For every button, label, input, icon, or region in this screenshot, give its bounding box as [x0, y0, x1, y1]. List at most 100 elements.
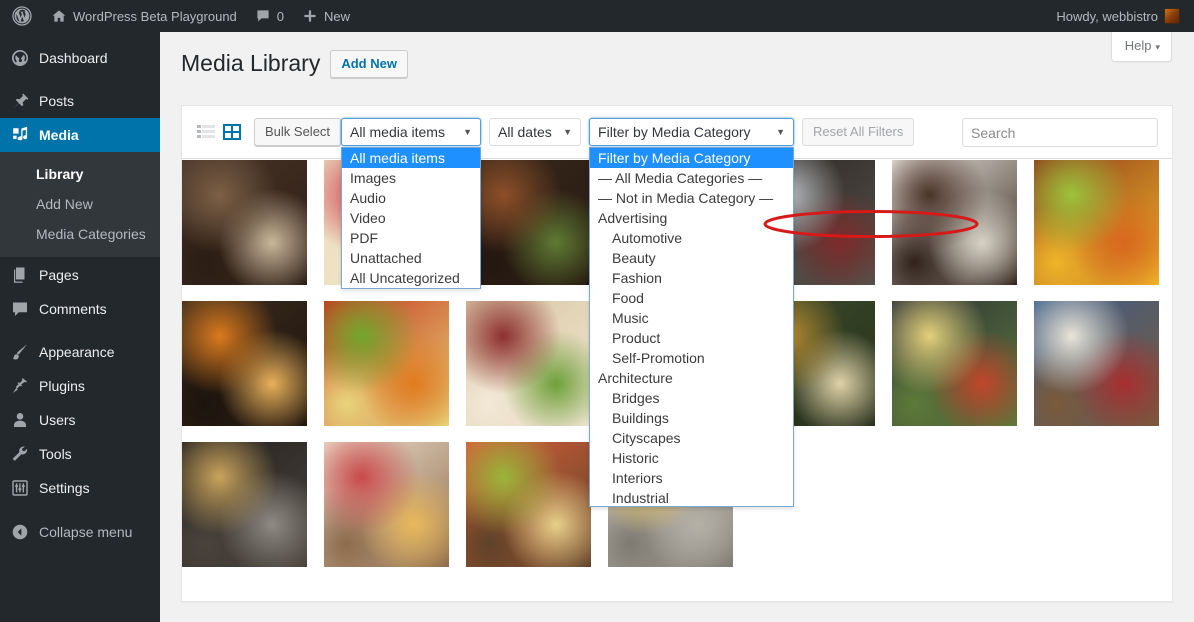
media-category-filter[interactable]: Filter by Media Category ▼ Filter by Med…	[589, 118, 795, 507]
media-type-option[interactable]: Video	[342, 208, 480, 228]
media-category-option[interactable]: Fashion	[590, 268, 793, 288]
media-type-option[interactable]: All Uncategorized	[342, 268, 480, 288]
sidebar-item-appearance[interactable]: Appearance	[0, 335, 160, 369]
search-input[interactable]	[962, 118, 1158, 147]
sidebar-item-label: Pages	[39, 267, 79, 283]
media-category-option[interactable]: Historic	[590, 448, 793, 468]
new-content-menu[interactable]: New	[293, 0, 359, 32]
sidebar-item-label: Posts	[39, 93, 75, 109]
media-category-option[interactable]: Bridges	[590, 388, 793, 408]
sidebar-item-media[interactable]: Media	[0, 118, 168, 152]
sidebar-item-add-new[interactable]: Add New	[0, 189, 160, 219]
media-category-option[interactable]: Self-Promotion	[590, 348, 793, 368]
attachment-image	[182, 301, 307, 426]
sidebar-item-label: Users	[39, 412, 76, 428]
media-type-option[interactable]: Unattached	[342, 248, 480, 268]
sidebar-item-label: Plugins	[39, 378, 85, 394]
add-new-button[interactable]: Add New	[330, 49, 408, 78]
sidebar-item-comments[interactable]: Comments	[0, 292, 160, 326]
attachment-thumbnail[interactable]	[1034, 160, 1159, 285]
media-category-filter-value: Filter by Media Category	[598, 124, 751, 140]
media-category-option[interactable]: Industrial	[590, 488, 793, 506]
date-filter[interactable]: All dates ▼	[489, 118, 582, 146]
grid-view-icon[interactable]	[222, 122, 242, 142]
my-account-menu[interactable]: Howdy, webbistro	[1047, 0, 1194, 32]
sidebar-item-library[interactable]: Library	[0, 159, 160, 189]
media-category-option[interactable]: Filter by Media Category	[590, 148, 794, 168]
chevron-down-icon: ▼	[563, 127, 573, 137]
attachment-image	[892, 160, 1017, 285]
home-icon	[51, 8, 67, 24]
media-category-option[interactable]: Beauty	[590, 248, 793, 268]
attachment-thumbnail[interactable]	[892, 160, 1017, 285]
media-type-option[interactable]: All media items	[342, 148, 481, 168]
wrench-icon	[10, 444, 30, 464]
media-icon	[10, 125, 30, 145]
collapse-arrow-icon	[10, 522, 30, 542]
media-type-filter[interactable]: All media items ▼ All media items Images A…	[341, 118, 482, 289]
attachment-thumbnail[interactable]	[324, 301, 449, 426]
media-category-option[interactable]: Cityscapes	[590, 428, 793, 448]
attachment-thumbnail[interactable]	[466, 301, 591, 426]
sidebar-item-tools[interactable]: Tools	[0, 437, 160, 471]
media-category-option[interactable]: — All Media Categories —	[590, 168, 793, 188]
media-category-option[interactable]: Interiors	[590, 468, 793, 488]
bulk-select-button[interactable]: Bulk Select	[254, 118, 342, 146]
help-label: Help	[1124, 38, 1152, 53]
media-category-option[interactable]: Advertising	[590, 208, 793, 228]
sidebar-separator	[0, 326, 160, 335]
media-toolbar: Bulk Select All media items ▼ All media …	[182, 106, 1172, 507]
media-type-option[interactable]: Images	[342, 168, 480, 188]
list-view-icon[interactable]	[196, 122, 216, 142]
chevron-down-icon: ▼	[463, 127, 473, 137]
media-type-option[interactable]: Audio	[342, 188, 480, 208]
sidebar-item-settings[interactable]: Settings	[0, 471, 160, 505]
media-category-option[interactable]: Buildings	[590, 408, 793, 428]
media-category-option[interactable]: Product	[590, 328, 793, 348]
new-content-label: New	[324, 8, 351, 24]
sidebar-top-gap	[0, 32, 160, 41]
wordpress-logo-button[interactable]	[0, 0, 42, 32]
page-header: Media Library Add New	[160, 32, 1194, 78]
attachment-thumbnail[interactable]	[182, 301, 307, 426]
sidebar-item-label: Comments	[39, 301, 107, 317]
attachment-thumbnail[interactable]	[182, 160, 307, 285]
date-filter-value: All dates	[498, 124, 552, 140]
sidebar-item-plugins[interactable]: Plugins	[0, 369, 160, 403]
sidebar-item-pages[interactable]: Pages	[0, 258, 160, 292]
media-type-dropdown-list[interactable]: All media items Images Audio Video PDF Unatta…	[341, 147, 482, 289]
attachment-thumbnail[interactable]	[892, 301, 1017, 426]
sidebar-item-label: Tools	[39, 446, 72, 462]
media-type-option[interactable]: PDF	[342, 228, 480, 248]
attachment-thumbnail[interactable]	[182, 442, 307, 567]
site-name-menu[interactable]: WordPress Beta Playground	[42, 0, 246, 32]
sidebar-item-media-categories[interactable]: Media Categories	[0, 219, 160, 249]
attachment-thumbnail[interactable]	[1034, 301, 1159, 426]
attachment-thumbnail[interactable]	[466, 442, 591, 567]
comments-menu[interactable]: 0	[246, 0, 293, 32]
comments-count: 0	[276, 8, 285, 24]
site-name-label: WordPress Beta Playground	[73, 8, 237, 24]
media-category-option[interactable]: Food	[590, 288, 793, 308]
view-switch	[196, 122, 242, 142]
collapse-menu-button[interactable]: Collapse menu	[0, 515, 160, 549]
attachment-image	[466, 442, 591, 567]
media-category-option[interactable]: — Not in Media Category —	[590, 188, 793, 208]
reset-all-filters-button[interactable]: Reset All Filters	[802, 118, 915, 146]
attachment-thumbnail[interactable]	[466, 160, 591, 285]
admin-bar: WordPress Beta Playground 0 New Howdy, w…	[0, 0, 1194, 32]
media-category-option[interactable]: Automotive	[590, 228, 793, 248]
admin-sidebar: Dashboard Posts Media Library Add New Me…	[0, 32, 168, 622]
sidebar-item-posts[interactable]: Posts	[0, 84, 160, 118]
media-category-option[interactable]: Architecture	[590, 368, 793, 388]
sidebar-item-users[interactable]: Users	[0, 403, 160, 437]
wordpress-logo-icon	[12, 6, 32, 26]
media-category-dropdown-list[interactable]: Filter by Media Category — All Media Cate…	[589, 147, 795, 507]
attachment-thumbnail[interactable]	[324, 442, 449, 567]
sidebar-item-dashboard[interactable]: Dashboard	[0, 41, 160, 75]
help-tab-button[interactable]: Help ▾	[1110, 32, 1172, 62]
attachment-image	[892, 301, 1017, 426]
attachment-image	[466, 160, 591, 285]
media-category-option[interactable]: Music	[590, 308, 793, 328]
pin-icon	[10, 91, 30, 111]
